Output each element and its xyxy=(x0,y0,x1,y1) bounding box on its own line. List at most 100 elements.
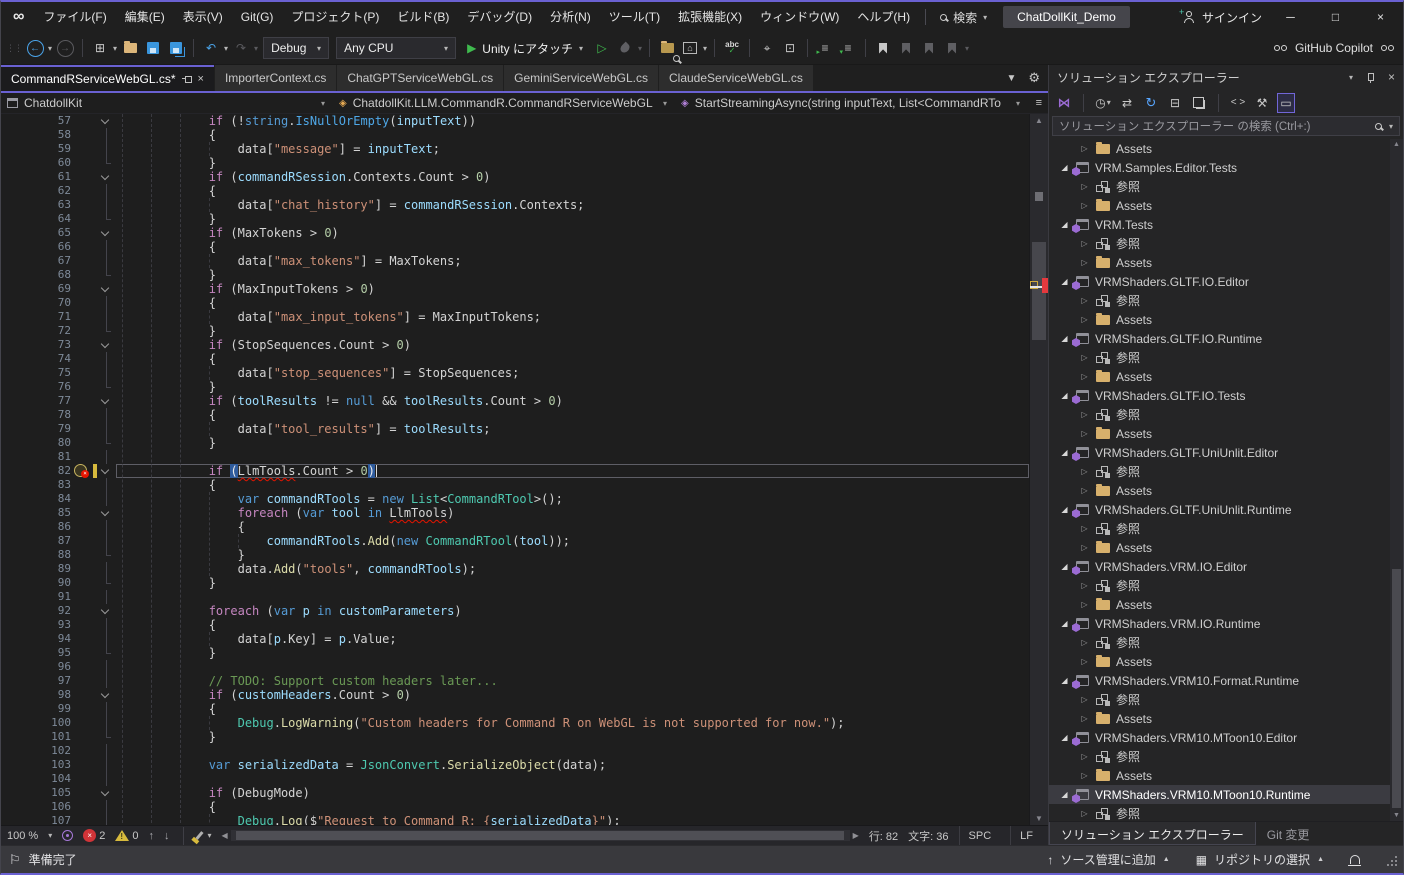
code-line[interactable]: 99 { xyxy=(1,702,1048,716)
code-line[interactable]: 82 × if (LlmTools.Count > 0) xyxy=(1,464,1048,478)
collapsed-arrow-icon[interactable]: ▷ xyxy=(1079,144,1090,153)
line-number[interactable]: 81 xyxy=(1,450,71,464)
redo-button[interactable]: ↷ xyxy=(231,36,251,60)
tree-item-refs[interactable]: ▷ 参照 xyxy=(1049,633,1403,652)
zoom-select[interactable]: 100 % ▾ xyxy=(7,830,52,842)
line-number[interactable]: 104 xyxy=(1,772,71,786)
code-line[interactable]: 58 { xyxy=(1,128,1048,142)
code-line[interactable]: 86 { xyxy=(1,520,1048,534)
fold-margin[interactable] xyxy=(97,576,116,590)
fold-margin[interactable] xyxy=(97,226,116,240)
chevron-down-icon[interactable]: ▾ xyxy=(663,99,667,108)
open-file-button[interactable] xyxy=(120,36,140,60)
collapsed-arrow-icon[interactable]: ▷ xyxy=(1079,638,1090,647)
menu-item[interactable]: 編集(E) xyxy=(116,2,174,32)
line-number[interactable]: 67 xyxy=(1,254,71,268)
line-number[interactable]: 60 xyxy=(1,156,71,170)
search-control[interactable]: 検索 ▾ xyxy=(940,9,987,26)
collapsed-arrow-icon[interactable]: ▷ xyxy=(1079,410,1090,419)
glyph-margin[interactable] xyxy=(71,800,93,814)
next-bookmark-button[interactable] xyxy=(919,36,939,60)
collapsed-arrow-icon[interactable]: ▷ xyxy=(1079,752,1090,761)
line-number[interactable]: 73 xyxy=(1,338,71,352)
tree-item-refs[interactable]: ▷ 参照 xyxy=(1049,690,1403,709)
pin-icon[interactable] xyxy=(1366,72,1375,83)
tree-item-project[interactable]: ◢ VRMShaders.GLTF.IO.Tests xyxy=(1049,386,1403,405)
glyph-margin[interactable] xyxy=(71,646,93,660)
fold-margin[interactable] xyxy=(97,548,116,562)
collapsed-arrow-icon[interactable]: ▷ xyxy=(1079,201,1090,210)
code-cleanup-button[interactable]: ▾ xyxy=(195,831,211,840)
glyph-margin[interactable] xyxy=(71,296,93,310)
fold-margin[interactable] xyxy=(97,520,116,534)
collapsed-arrow-icon[interactable]: ▷ xyxy=(1079,486,1090,495)
tree-item-project[interactable]: ◢ VRMShaders.VRM.IO.Runtime xyxy=(1049,614,1403,633)
fold-margin[interactable] xyxy=(97,128,116,142)
chevron-down-icon[interactable]: ▾ xyxy=(113,44,117,53)
solution-search-input[interactable]: ソリューション エクスプローラー の検索 (Ctrl+:) ▾ xyxy=(1052,116,1400,136)
collapsed-arrow-icon[interactable]: ▷ xyxy=(1079,353,1090,362)
tree-item-project[interactable]: ◢ VRM.Tests xyxy=(1049,215,1403,234)
line-number[interactable]: 100 xyxy=(1,716,71,730)
glyph-margin[interactable] xyxy=(71,268,93,282)
tree-item-refs[interactable]: ▷ 参照 xyxy=(1049,519,1403,538)
glyph-margin[interactable] xyxy=(71,618,93,632)
glyph-margin[interactable] xyxy=(71,436,93,450)
resize-grip[interactable] xyxy=(1386,856,1399,869)
glyph-margin[interactable] xyxy=(71,254,93,268)
line-number[interactable]: 84 xyxy=(1,492,71,506)
chevron-down-icon[interactable]: ▾ xyxy=(224,44,228,53)
code-line[interactable]: 95 } xyxy=(1,646,1048,660)
tree-item-refs[interactable]: ▷ 参照 xyxy=(1049,747,1403,766)
expanded-arrow-icon[interactable]: ◢ xyxy=(1059,733,1070,742)
code-line[interactable]: 59 data["message"] = inputText; xyxy=(1,142,1048,156)
code-line[interactable]: 94 data[p.Key] = p.Value; xyxy=(1,632,1048,646)
expanded-arrow-icon[interactable]: ◢ xyxy=(1059,505,1070,514)
glyph-margin[interactable] xyxy=(71,338,93,352)
copy-structure-button[interactable]: ⊡ xyxy=(780,36,800,60)
fold-chevron-icon[interactable] xyxy=(100,115,110,125)
fold-margin[interactable] xyxy=(97,380,116,394)
properties-wrench-icon[interactable]: ⚒ xyxy=(1253,93,1271,113)
tree-item-project[interactable]: ◢ VRMShaders.GLTF.UniUnlit.Editor xyxy=(1049,443,1403,462)
glyph-margin[interactable] xyxy=(71,212,93,226)
line-number[interactable]: 107 xyxy=(1,814,71,825)
code-line[interactable]: 81 xyxy=(1,450,1048,464)
tree-item-refs[interactable]: ▷ 参照 xyxy=(1049,348,1403,367)
line-number[interactable]: 105 xyxy=(1,786,71,800)
tree-item-project[interactable]: ◢ VRMShaders.GLTF.IO.Editor xyxy=(1049,272,1403,291)
collapsed-arrow-icon[interactable]: ▷ xyxy=(1079,714,1090,723)
expanded-arrow-icon[interactable]: ◢ xyxy=(1059,277,1070,286)
fold-margin[interactable] xyxy=(97,478,116,492)
error-indicator[interactable]: × 2 xyxy=(83,829,105,842)
settings-gear-icon[interactable]: ⚙ xyxy=(1028,70,1040,86)
line-number[interactable]: 94 xyxy=(1,632,71,646)
line-number[interactable]: 71 xyxy=(1,310,71,324)
split-editor-icon[interactable]: ≡ xyxy=(1036,97,1042,109)
menu-item[interactable]: ウィンドウ(W) xyxy=(751,2,848,32)
line-number[interactable]: 101 xyxy=(1,730,71,744)
close-icon[interactable]: × xyxy=(1388,70,1395,84)
fold-chevron-icon[interactable] xyxy=(100,465,110,475)
line-number[interactable]: 68 xyxy=(1,268,71,282)
code-line[interactable]: 85 foreach (var tool in LlmTools) xyxy=(1,506,1048,520)
line-number[interactable]: 65 xyxy=(1,226,71,240)
indent-button[interactable]: ≡ ▾ xyxy=(838,36,858,60)
fold-margin[interactable] xyxy=(97,814,116,825)
line-number[interactable]: 97 xyxy=(1,674,71,688)
tree-item-folder[interactable]: ▷ Assets xyxy=(1049,367,1403,386)
glyph-margin[interactable] xyxy=(71,562,93,576)
tree-item-refs[interactable]: ▷ 参照 xyxy=(1049,291,1403,310)
fold-chevron-icon[interactable] xyxy=(100,689,110,699)
menu-item[interactable]: デバッグ(D) xyxy=(458,2,541,32)
tree-item-refs[interactable]: ▷ 参照 xyxy=(1049,234,1403,253)
collapse-all-icon[interactable]: ⊟ xyxy=(1166,93,1184,113)
fold-chevron-icon[interactable] xyxy=(100,339,110,349)
caret-navigation-button[interactable]: ⌖ xyxy=(757,36,777,60)
code-line[interactable]: 106 { xyxy=(1,800,1048,814)
navigate-forward-button[interactable]: → xyxy=(55,36,75,60)
fold-margin[interactable] xyxy=(97,674,116,688)
glyph-margin[interactable] xyxy=(71,674,93,688)
tree-item-refs[interactable]: ▷ 参照 xyxy=(1049,462,1403,481)
line-number[interactable]: 77 xyxy=(1,394,71,408)
